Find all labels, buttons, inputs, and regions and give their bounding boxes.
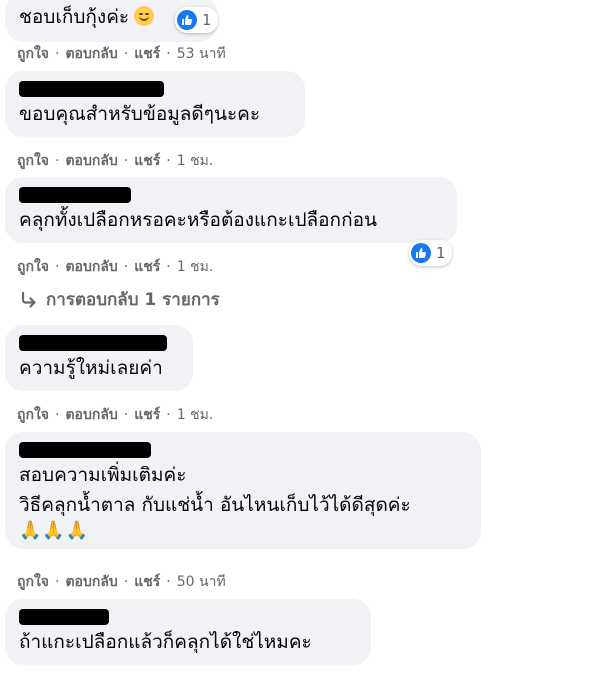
comment-bubble: ความรู้ใหม่เลยค่า	[5, 325, 193, 391]
separator: ·	[123, 153, 129, 169]
timestamp[interactable]: 1 ชม.	[177, 256, 214, 278]
separator: ·	[166, 153, 171, 169]
comment-bubble: ขอบคุณสำหรับข้อมูลดีๆนะคะ	[5, 71, 305, 137]
comment-actions: ถูกใจ · ตอบกลับ · แชร์ · 50 นาที	[17, 571, 226, 593]
share-button[interactable]: แชร์	[134, 43, 160, 65]
redacted-author-name	[19, 335, 167, 351]
reaction-badge[interactable]: 1	[409, 240, 452, 266]
separator: ·	[166, 46, 171, 62]
comment-bubble: สอบความเพิ่มเติมค่ะ วิธีคลุกน้ำตาล กับแช…	[5, 432, 481, 549]
reaction-count: 1	[436, 244, 446, 262]
comment-actions: ถูกใจ · ตอบกลับ · แชร์ · 1 ชม.	[17, 256, 213, 278]
comment-text: สอบความเพิ่มเติมค่ะ วิธีคลุกน้ำตาล กับแช…	[19, 464, 411, 516]
timestamp[interactable]: 1 ชม.	[177, 404, 214, 426]
separator: ·	[166, 407, 171, 423]
timestamp[interactable]: 50 นาที	[177, 571, 226, 593]
folded-hands-emoji: 🙏🙏🙏	[19, 520, 90, 541]
comment-actions: ถูกใจ · ตอบกลับ · แชร์ · 53 นาที	[17, 43, 226, 65]
like-button[interactable]: ถูกใจ	[17, 256, 49, 278]
like-icon	[177, 10, 197, 30]
share-button[interactable]: แชร์	[134, 404, 160, 426]
redacted-author-name	[19, 81, 164, 97]
comment-text: คลุกทั้งเปลือกหรอคะหรือต้องแกะเปลือกก่อน	[19, 209, 377, 231]
comment-text: ชอบเก็บกุ้งค่ะ	[19, 6, 130, 28]
comment-text: ความรู้ใหม่เลยค่า	[19, 357, 163, 379]
like-button[interactable]: ถูกใจ	[17, 43, 49, 65]
view-replies-link[interactable]: การตอบกลับ 1 รายการ	[20, 286, 220, 313]
comment-text: ขอบคุณสำหรับข้อมูลดีๆนะคะ	[19, 103, 261, 125]
like-icon	[411, 243, 431, 263]
reply-arrow-icon	[21, 291, 36, 308]
separator: ·	[123, 46, 129, 62]
like-button[interactable]: ถูกใจ	[17, 150, 49, 172]
redacted-author-name	[19, 187, 131, 203]
reaction-badge[interactable]: 1	[175, 7, 218, 33]
reaction-count: 1	[202, 11, 212, 29]
like-button[interactable]: ถูกใจ	[17, 571, 49, 593]
separator: ·	[123, 574, 129, 590]
timestamp[interactable]: 53 นาที	[177, 43, 226, 65]
separator: ·	[55, 407, 60, 423]
share-button[interactable]: แชร์	[134, 256, 160, 278]
separator: ·	[166, 259, 171, 275]
share-button[interactable]: แชร์	[134, 571, 160, 593]
comment-actions: ถูกใจ · ตอบกลับ · แชร์ · 1 ชม.	[17, 404, 213, 426]
redacted-author-name	[19, 442, 151, 458]
separator: ·	[123, 407, 129, 423]
reply-button[interactable]: ตอบกลับ	[65, 256, 117, 278]
comment-text: ถ้าแกะเปลือกแล้วก็คลุกได้ใช่ไหมคะ	[19, 631, 312, 653]
separator: ·	[55, 259, 60, 275]
separator: ·	[55, 574, 60, 590]
comment-bubble: คลุกทั้งเปลือกหรอคะหรือต้องแกะเปลือกก่อน	[5, 177, 457, 243]
like-button[interactable]: ถูกใจ	[17, 404, 49, 426]
redacted-author-name	[19, 609, 109, 625]
separator: ·	[55, 46, 60, 62]
separator: ·	[123, 259, 129, 275]
separator: ·	[166, 574, 171, 590]
reply-button[interactable]: ตอบกลับ	[65, 571, 117, 593]
reply-button[interactable]: ตอบกลับ	[65, 150, 117, 172]
view-replies-label: การตอบกลับ 1 รายการ	[46, 290, 220, 310]
timestamp[interactable]: 1 ชม.	[177, 150, 214, 172]
reply-button[interactable]: ตอบกลับ	[65, 404, 117, 426]
smiling-face-emoji-icon	[134, 6, 155, 26]
comment-bubble: ถ้าแกะเปลือกแล้วก็คลุกได้ใช่ไหมคะ	[5, 599, 371, 665]
separator: ·	[55, 153, 60, 169]
comment-actions: ถูกใจ · ตอบกลับ · แชร์ · 1 ชม.	[17, 150, 213, 172]
share-button[interactable]: แชร์	[134, 150, 160, 172]
reply-button[interactable]: ตอบกลับ	[65, 43, 117, 65]
